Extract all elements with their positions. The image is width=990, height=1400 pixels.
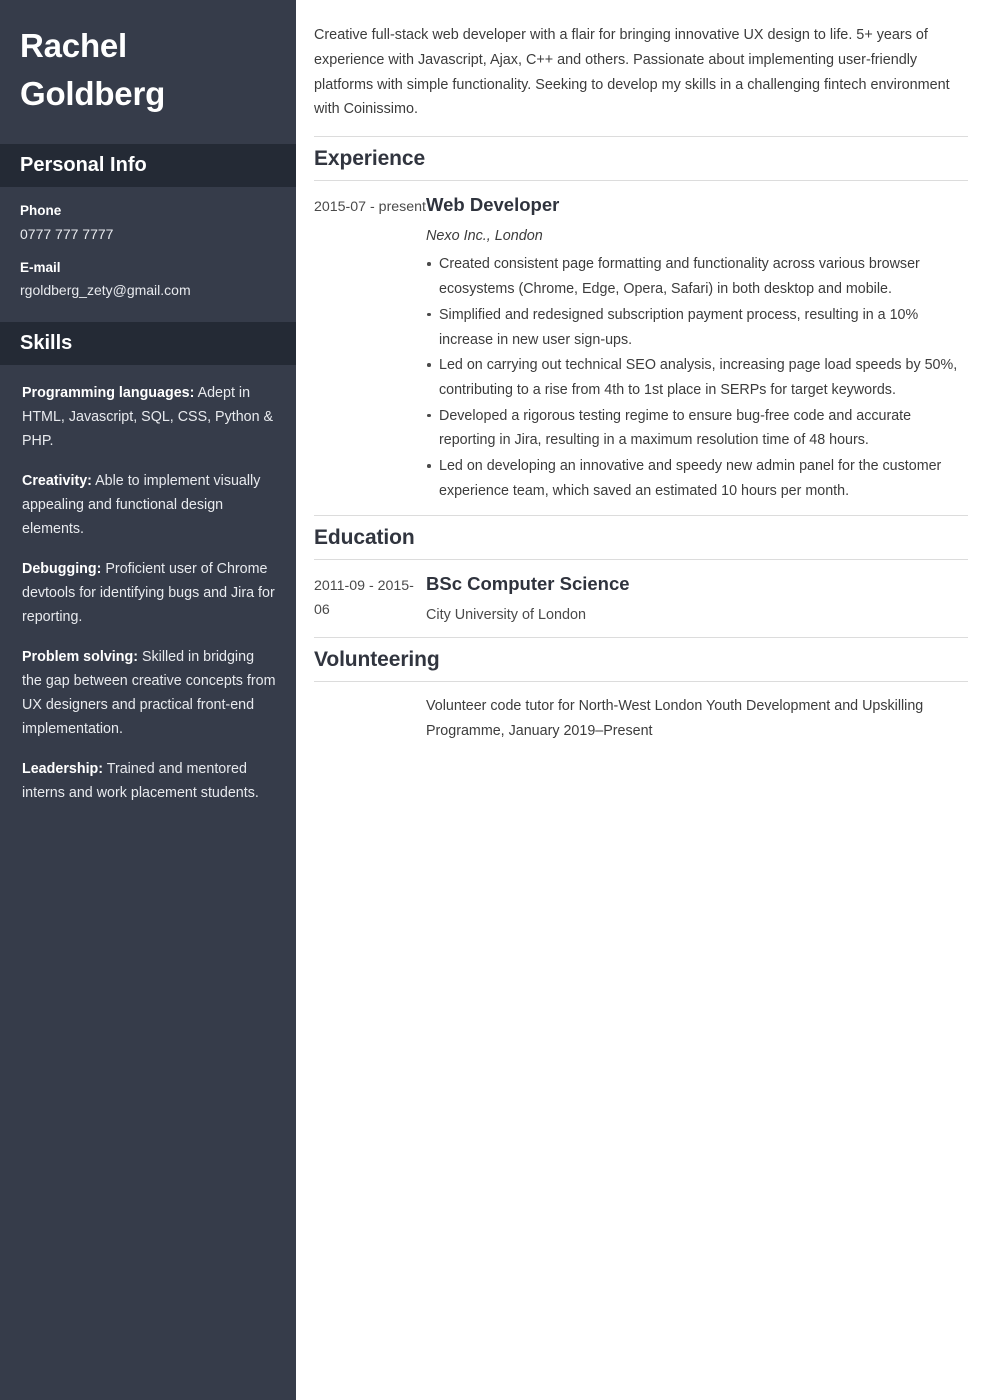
skill-item: Problem solving: Skilled in bridging the… [22,645,276,741]
experience-bullet: Developed a rigorous testing regime to e… [426,404,968,453]
skill-item: Debugging: Proficient user of Chrome dev… [22,557,276,629]
experience-bullet: Led on carrying out technical SEO analys… [426,353,968,402]
name-block: Rachel Goldberg [0,0,296,144]
volunteering-entry: Volunteer code tutor for North-West Lond… [314,682,968,753]
volunteering-heading: Volunteering [314,647,440,671]
personal-info-heading: Personal Info [20,154,147,177]
skill-item: Leadership: Trained and mentored interns… [22,757,276,805]
skills-body: Programming languages: Adept in HTML, Ja… [0,365,296,825]
education-entry-body: BSc Computer Science City University of … [426,572,968,627]
experience-bullet-list: Created consistent page formatting and f… [426,252,968,503]
contact-item-email: E-mail rgoldberg_zety@gmail.com [20,258,276,301]
education-section-header: Education [314,514,968,560]
volunteering-section-header: Volunteering [314,636,968,683]
skill-name: Problem solving: [22,648,138,665]
skill-item: Creativity: Able to implement visually a… [22,469,276,541]
section-education: Education 2011-09 - 2015-06 BSc Computer… [314,514,968,637]
personal-info-header: Personal Info [0,144,296,188]
candidate-name: Rachel Goldberg [20,27,166,113]
experience-company: Nexo Inc., London [426,228,543,245]
experience-bullet: Led on developing an innovative and spee… [426,454,968,503]
experience-job-title: Web Developer [426,194,560,216]
sidebar: Rachel Goldberg Personal Info Phone 0777… [0,0,296,1400]
volunteering-entry-body: Volunteer code tutor for North-West Lond… [426,694,968,743]
section-volunteering: Volunteering Volunteer code tutor for No… [314,636,968,754]
volunteering-entry-dates [314,694,426,696]
experience-entry-dates: 2015-07 - present [314,199,426,216]
skill-name: Debugging: [22,560,102,577]
volunteering-description: Volunteer code tutor for North-West Lond… [426,698,924,739]
experience-section-header: Experience [314,136,968,182]
experience-entry: 2015-07 - present Web Developer Nexo Inc… [314,181,968,514]
resume-page: Rachel Goldberg Personal Info Phone 0777… [0,0,990,1400]
education-heading: Education [314,525,415,549]
experience-heading: Experience [314,147,426,171]
section-experience: Experience 2015-07 - present Web Develop… [314,136,968,515]
personal-info-body: Phone 0777 777 7777 E-mail rgoldberg_zet… [0,187,296,322]
skill-name: Creativity: [22,472,92,489]
contact-label-phone: Phone [20,203,62,219]
contact-item-phone: Phone 0777 777 7777 [20,201,276,244]
education-degree: BSc Computer Science [426,572,630,594]
skill-item: Programming languages: Adept in HTML, Ja… [22,381,276,453]
contact-label-email: E-mail [20,259,61,275]
professional-summary: Creative full-stack web developer with a… [314,27,950,118]
education-entry-dates: 2011-09 - 2015-06 [314,577,414,619]
contact-value-phone[interactable]: 0777 777 7777 [20,224,276,245]
skill-name: Leadership: [22,761,104,778]
education-institution: City University of London [426,606,586,623]
skills-heading: Skills [20,331,73,354]
main-content: Creative full-stack web developer with a… [296,0,990,1400]
experience-entry-body: Web Developer Nexo Inc., London Created … [426,193,968,504]
contact-value-email[interactable]: rgoldberg_zety@gmail.com [20,280,276,301]
skills-header: Skills [0,321,296,365]
education-entry: 2011-09 - 2015-06 BSc Computer Science C… [314,560,968,637]
skill-name: Programming languages: [22,384,195,401]
experience-bullet: Simplified and redesigned subscription p… [426,303,968,352]
experience-bullet: Created consistent page formatting and f… [426,252,968,301]
